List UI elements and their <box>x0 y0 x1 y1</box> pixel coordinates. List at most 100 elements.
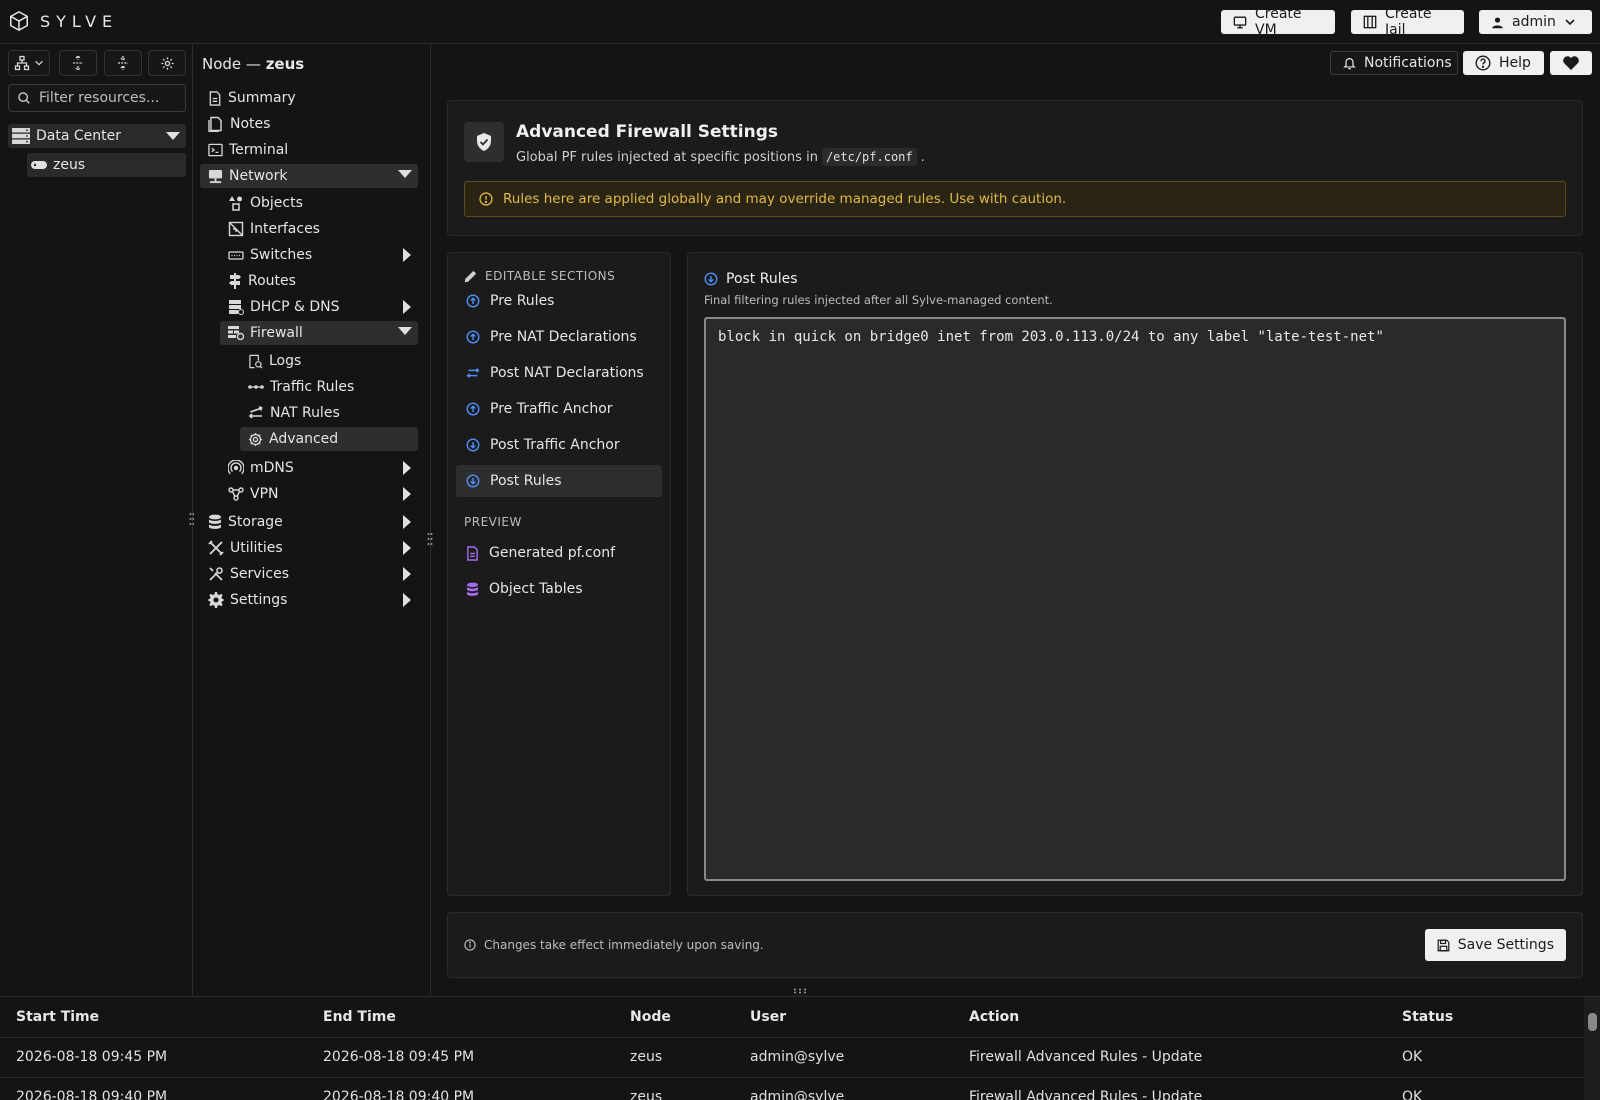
post-rules-editor[interactable]: block in quick on bridge0 inet from 203.… <box>704 317 1566 881</box>
section-post-nat-declarations[interactable]: Post NAT Declarations <box>456 357 662 389</box>
services-icon <box>208 566 224 582</box>
resize-handle[interactable] <box>793 988 807 994</box>
column-header[interactable]: Status <box>1386 997 1584 1038</box>
editor-description: Final filtering rules injected after all… <box>704 293 1053 307</box>
section-pre-nat-declarations[interactable]: Pre NAT Declarations <box>456 321 662 353</box>
preview-object-tables[interactable]: Object Tables <box>456 573 662 605</box>
section-label: Post Traffic Anchor <box>490 437 620 453</box>
nav-utilities[interactable]: Utilities <box>200 536 418 560</box>
caret-down-icon[interactable] <box>166 131 180 141</box>
nav-mdns[interactable]: mDNS <box>220 456 418 480</box>
caret-down-icon[interactable] <box>398 326 412 336</box>
chevron-down-icon <box>1564 16 1576 28</box>
heading-label: EDITABLE SECTIONS <box>485 269 616 283</box>
info-circle-icon <box>464 939 476 951</box>
page-title: Node — zeus <box>202 55 304 73</box>
nav-objects[interactable]: Objects <box>220 191 418 215</box>
nav-switches[interactable]: Switches <box>220 243 418 267</box>
table-cell: 2026-08-18 09:45 PM <box>0 1037 307 1078</box>
caret-right-icon[interactable] <box>402 567 412 581</box>
nav-firewall-logs[interactable]: Logs <box>240 349 418 373</box>
task-log-scrollbar[interactable] <box>1584 997 1600 1100</box>
table-header-row: Start Time End Time Node User Action Sta… <box>0 997 1584 1038</box>
caret-right-icon[interactable] <box>402 541 412 555</box>
help-button[interactable]: Help <box>1463 51 1544 75</box>
resize-handle[interactable] <box>426 532 434 546</box>
notifications-button[interactable]: Notifications <box>1330 51 1458 75</box>
caret-right-icon[interactable] <box>402 515 412 529</box>
nav-notes[interactable]: Notes <box>200 112 418 136</box>
scrollbar-thumb[interactable] <box>1588 1013 1597 1031</box>
column-header[interactable]: User <box>734 997 953 1038</box>
nav-nat-rules[interactable]: NAT Rules <box>240 401 418 425</box>
nav-vpn[interactable]: VPN <box>220 482 418 506</box>
save-footer-card: Changes take effect immediately upon sav… <box>447 912 1583 978</box>
monitor-icon <box>1233 15 1247 29</box>
nav-firewall[interactable]: Firewall <box>220 321 418 345</box>
caret-right-icon[interactable] <box>402 461 412 475</box>
footer-note-text: Changes take effect immediately upon sav… <box>484 938 764 952</box>
nav-label: DHCP & DNS <box>250 299 340 315</box>
pf-conf-path: /etc/pf.conf <box>821 148 917 166</box>
section-pre-traffic-anchor[interactable]: Pre Traffic Anchor <box>456 393 662 425</box>
arrow-down-circle-icon <box>704 272 718 286</box>
nav-services[interactable]: Services <box>200 562 418 586</box>
nav-storage[interactable]: Storage <box>200 510 418 534</box>
user-name: admin <box>1512 14 1556 30</box>
nav-interfaces[interactable]: Interfaces <box>220 217 418 241</box>
shield-badge <box>464 122 504 162</box>
nav-settings[interactable]: Settings <box>200 588 418 612</box>
notifications-label: Notifications <box>1364 55 1452 71</box>
tree-item-datacenter[interactable]: Data Center <box>8 124 186 148</box>
create-vm-button[interactable]: Create VM <box>1221 6 1335 38</box>
column-header[interactable]: Node <box>614 997 734 1038</box>
search-icon <box>17 91 31 105</box>
column-header[interactable]: End Time <box>307 997 614 1038</box>
column-header[interactable]: Start Time <box>0 997 307 1038</box>
donate-button[interactable] <box>1550 51 1592 75</box>
bell-icon <box>1343 56 1356 70</box>
collapse-all-button[interactable] <box>104 50 142 76</box>
section-pre-rules[interactable]: Pre Rules <box>456 285 662 317</box>
tree-item-node-zeus[interactable]: zeus <box>27 153 186 177</box>
nav-advanced[interactable]: Advanced <box>240 427 418 451</box>
expand-all-button[interactable] <box>59 50 97 76</box>
section-post-traffic-anchor[interactable]: Post Traffic Anchor <box>456 429 662 461</box>
caret-down-icon[interactable] <box>398 169 412 179</box>
tree-view-toggle-button[interactable] <box>8 50 50 76</box>
resource-tree-panel: Data Center zeus <box>0 44 195 995</box>
column-header[interactable]: Action <box>953 997 1386 1038</box>
caret-right-icon[interactable] <box>402 248 412 262</box>
footer-note: Changes take effect immediately upon sav… <box>464 938 764 952</box>
create-jail-button[interactable]: Create Jail <box>1351 6 1464 38</box>
section-post-rules[interactable]: Post Rules <box>456 465 662 497</box>
nav-network[interactable]: Network <box>200 164 418 188</box>
filter-resources-box[interactable] <box>8 84 186 112</box>
brand-name: SYLVE <box>40 11 119 31</box>
caret-right-icon[interactable] <box>402 593 412 607</box>
filter-resources-input[interactable] <box>39 90 179 106</box>
tree-settings-button[interactable] <box>148 50 186 76</box>
brand[interactable]: SYLVE <box>8 10 118 32</box>
node-chip-icon <box>31 160 47 170</box>
nav-traffic-rules[interactable]: Traffic Rules <box>240 375 418 399</box>
table-cell: 2026-08-18 09:40 PM <box>307 1077 614 1100</box>
user-menu-button[interactable]: admin <box>1479 10 1592 34</box>
rules-editor-card: Post Rules Final filtering rules injecte… <box>687 252 1583 896</box>
preview-generated-pf-conf[interactable]: Generated pf.conf <box>456 537 662 569</box>
help-label: Help <box>1499 55 1531 71</box>
nav-summary[interactable]: Summary <box>200 86 418 110</box>
save-settings-button[interactable]: Save Settings <box>1424 929 1566 961</box>
nav-label: Utilities <box>230 540 283 556</box>
table-cell: zeus <box>614 1037 734 1078</box>
database-icon <box>208 514 222 530</box>
nav-dhcp-dns[interactable]: DHCP & DNS <box>220 295 418 319</box>
nav-routes[interactable]: Routes <box>220 269 418 293</box>
table-row[interactable]: 2026-08-18 09:45 PM 2026-08-18 09:45 PM … <box>0 1037 1584 1078</box>
terminal-icon <box>208 143 223 157</box>
user-icon <box>1491 16 1504 29</box>
caret-right-icon[interactable] <box>402 487 412 501</box>
nav-terminal[interactable]: Terminal <box>200 138 418 162</box>
table-row[interactable]: 2026-08-18 09:40 PM 2026-08-18 09:40 PM … <box>0 1077 1584 1100</box>
caret-right-icon[interactable] <box>402 300 412 314</box>
